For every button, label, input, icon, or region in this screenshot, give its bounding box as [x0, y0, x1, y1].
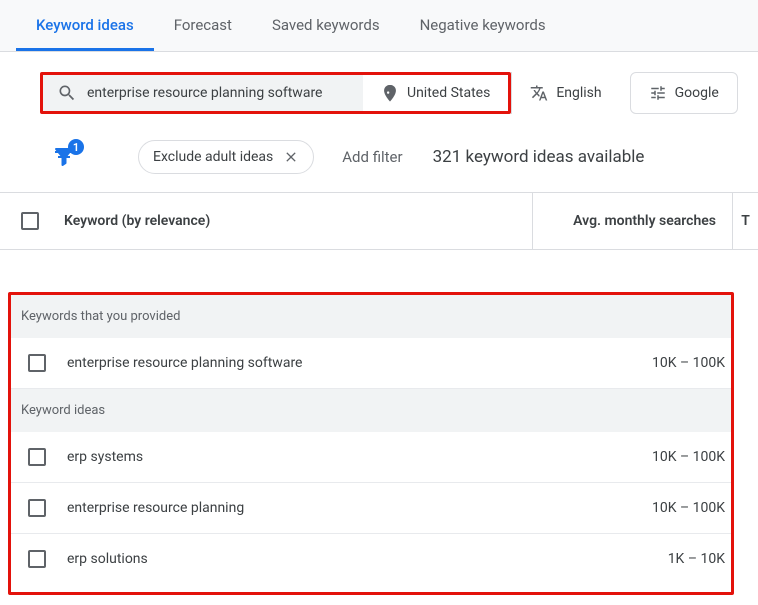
keyword-cell[interactable]: erp solutions	[63, 535, 541, 583]
filter-count-badge: 1	[68, 139, 84, 155]
tab-negative-keywords[interactable]: Negative keywords	[400, 0, 566, 51]
table-row: erp systems 10K – 100K	[11, 432, 731, 483]
tune-icon	[649, 84, 667, 102]
language-selector[interactable]: English	[511, 72, 619, 114]
row-checkbox[interactable]	[28, 499, 46, 517]
location-selector[interactable]: United States	[363, 75, 508, 111]
ideas-available-text: 321 keyword ideas available	[433, 147, 645, 167]
search-query-text: enterprise resource planning software	[87, 84, 322, 103]
tab-bar: Keyword ideas Forecast Saved keywords Ne…	[0, 0, 758, 52]
keyword-cell[interactable]: erp systems	[63, 433, 541, 481]
searches-cell: 10K – 100K	[541, 339, 731, 387]
select-all-cell	[0, 193, 60, 249]
tab-saved-keywords[interactable]: Saved keywords	[252, 0, 400, 51]
table-header: Keyword (by relevance) Avg. monthly sear…	[0, 192, 758, 250]
table-row: erp solutions 1K – 10K	[11, 534, 731, 584]
search-icon	[57, 83, 77, 103]
row-checkbox[interactable]	[28, 354, 46, 372]
network-text: Google	[675, 85, 719, 101]
search-row: enterprise resource planning software Un…	[0, 52, 758, 130]
row-checkbox[interactable]	[28, 550, 46, 568]
table-row: enterprise resource planning software 10…	[11, 338, 731, 389]
col-header-avg-searches[interactable]: Avg. monthly searches	[532, 193, 732, 249]
location-pin-icon	[381, 84, 399, 102]
tab-keyword-ideas[interactable]: Keyword ideas	[16, 0, 154, 51]
searches-cell: 10K – 100K	[541, 433, 731, 481]
searches-cell: 10K – 100K	[541, 484, 731, 532]
results-highlight-box: Keywords that you provided enterprise re…	[8, 292, 734, 595]
section-provided-label: Keywords that you provided	[11, 295, 731, 338]
filter-row: 1 Exclude adult ideas Add filter 321 key…	[0, 130, 758, 192]
filter-button[interactable]: 1	[50, 143, 78, 171]
translate-icon	[530, 84, 548, 102]
language-text: English	[556, 85, 601, 101]
select-all-checkbox[interactable]	[21, 212, 39, 230]
filter-chip-exclude-adult[interactable]: Exclude adult ideas	[138, 140, 314, 174]
col-header-keyword[interactable]: Keyword (by relevance)	[60, 193, 532, 249]
table-row: enterprise resource planning 10K – 100K	[11, 483, 731, 534]
close-icon[interactable]	[283, 149, 299, 165]
row-checkbox[interactable]	[28, 448, 46, 466]
filter-chip-label: Exclude adult ideas	[153, 149, 273, 165]
search-highlight-box: enterprise resource planning software Un…	[40, 72, 511, 114]
col-header-trailing[interactable]: T	[732, 193, 758, 249]
network-selector[interactable]: Google	[630, 72, 738, 114]
keyword-cell[interactable]: enterprise resource planning	[63, 484, 541, 532]
keyword-cell[interactable]: enterprise resource planning software	[63, 339, 541, 387]
add-filter-button[interactable]: Add filter	[342, 148, 402, 166]
section-ideas-label: Keyword ideas	[11, 389, 731, 432]
searches-cell: 1K – 10K	[541, 535, 731, 583]
tab-forecast[interactable]: Forecast	[154, 0, 252, 51]
location-text: United States	[407, 85, 490, 101]
search-input[interactable]: enterprise resource planning software	[43, 75, 363, 111]
